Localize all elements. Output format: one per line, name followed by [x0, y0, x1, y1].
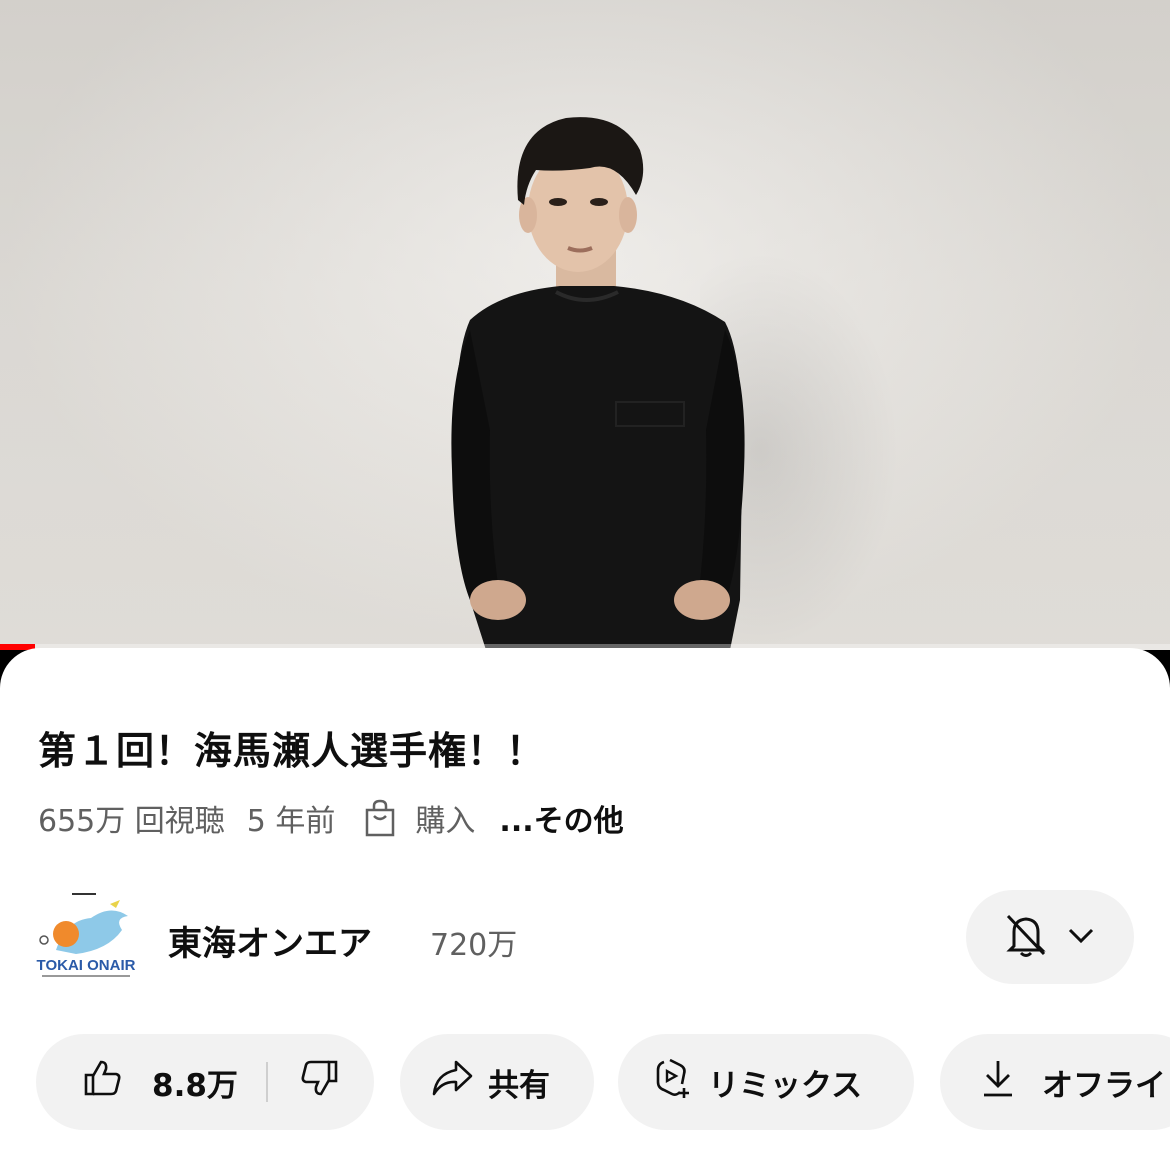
purchase-label: 購入: [415, 804, 476, 839]
thumbs-down-icon: [300, 1058, 340, 1106]
thumbs-up-icon: [82, 1058, 122, 1106]
channel-name[interactable]: 東海オンエア: [168, 916, 372, 965]
subscription-notification-button[interactable]: [966, 890, 1134, 984]
channel-row[interactable]: TOKAI ONAIR 東海オンエア 720万: [0, 886, 1170, 996]
logo-wordmark: TOKAI ONAIR: [37, 957, 136, 974]
subscriber-count: 720万: [430, 928, 518, 963]
bell-off-icon: [1004, 912, 1048, 962]
view-count: 655万 回視聴: [38, 804, 225, 839]
like-button[interactable]: 8.8万: [36, 1034, 238, 1130]
more-link[interactable]: ...その他: [499, 796, 623, 840]
like-divider: [265, 1062, 268, 1102]
upload-age: 5 年前: [246, 804, 336, 839]
remix-label: リミックス: [708, 1067, 863, 1104]
like-dislike-pill: 8.8万: [36, 1034, 374, 1130]
share-arrow-icon: [430, 1058, 474, 1106]
download-icon: [980, 1057, 1016, 1107]
share-label: 共有: [488, 1067, 550, 1104]
video-meta-row[interactable]: 655万 回視聴 5 年前 購入 ...その他: [38, 796, 624, 840]
bag-icon: [363, 798, 397, 838]
download-label: オフライ: [1042, 1067, 1166, 1104]
remix-icon: [650, 1056, 694, 1108]
remix-button[interactable]: リミックス: [618, 1034, 914, 1130]
dislike-button[interactable]: [280, 1034, 360, 1130]
like-count: 8.8万: [152, 1067, 238, 1104]
video-title[interactable]: 第１回！海馬瀬人選手権！！: [38, 720, 545, 775]
video-player[interactable]: [0, 0, 1170, 650]
download-button[interactable]: オフライ: [940, 1034, 1170, 1130]
video-frame-person: [451, 117, 745, 650]
action-bar: 8.8万 共有 リミックス オフライ: [0, 1034, 1170, 1130]
share-button[interactable]: 共有: [400, 1034, 594, 1130]
video-info-sheet: 第１回！海馬瀬人選手権！！ 655万 回視聴 5 年前 購入 ...その他 TO…: [0, 648, 1170, 1170]
channel-avatar[interactable]: TOKAI ONAIR: [36, 890, 136, 982]
chevron-down-icon: [1066, 925, 1096, 949]
